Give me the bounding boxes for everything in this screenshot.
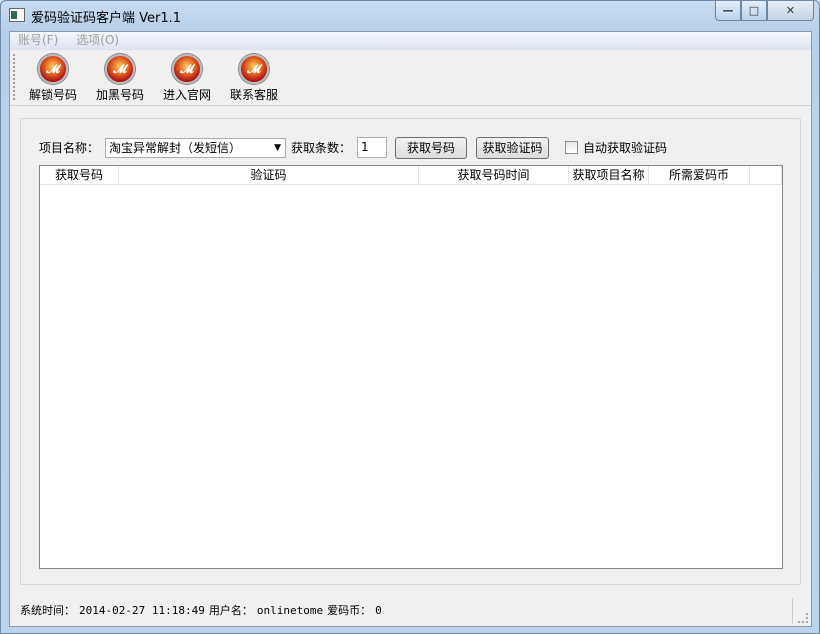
project-select[interactable]: 淘宝异常解封（发短信） ▼ xyxy=(105,138,286,158)
menu-options[interactable]: 选项(O) xyxy=(76,32,119,50)
close-button[interactable]: ✕ xyxy=(767,1,814,21)
column-header[interactable]: 所需爱码币 xyxy=(649,166,750,184)
toolbar: 𝓜 解锁号码 𝓜 加黑号码 𝓜 进入官网 𝓜 联系客服 xyxy=(10,50,811,106)
toolbar-label: 联系客服 xyxy=(229,88,278,102)
contact-support-button[interactable]: 𝓜 联系客服 xyxy=(224,54,284,103)
get-code-button[interactable]: 获取验证码 xyxy=(476,137,549,159)
window-frame: 爱码验证码客户端 Ver1.1 — □ ✕ 账号(F) 选项(O) 𝓜 解锁号码 … xyxy=(0,0,820,634)
fire-logo-icon: 𝓜 xyxy=(38,54,68,84)
menu-account[interactable]: 账号(F) xyxy=(18,32,58,50)
toolbar-label: 加黑号码 xyxy=(95,88,144,102)
table-header: 获取号码 验证码 获取号码时间 获取项目名称 所需爱码币 xyxy=(40,166,782,185)
app-icon xyxy=(9,8,25,22)
user-label: 用户名： xyxy=(208,604,253,617)
column-header[interactable]: 获取项目名称 xyxy=(569,166,649,184)
fire-logo-icon: 𝓜 xyxy=(172,54,202,84)
column-header[interactable]: 验证码 xyxy=(119,166,419,184)
blacklist-number-button[interactable]: 𝓜 加黑号码 xyxy=(90,54,150,103)
results-table[interactable]: 获取号码 验证码 获取号码时间 获取项目名称 所需爱码币 xyxy=(39,165,783,569)
time-value: 2014-02-27 11:18:49 xyxy=(79,604,205,617)
minimize-button[interactable]: — xyxy=(715,1,741,21)
time-label: 系统时间： xyxy=(20,604,75,617)
title-bar: 爱码验证码客户端 Ver1.1 — □ ✕ xyxy=(1,1,820,31)
get-number-button[interactable]: 获取号码 xyxy=(395,137,467,159)
coin-label: 爱码币： xyxy=(327,604,372,617)
fire-logo-icon: 𝓜 xyxy=(105,54,135,84)
project-select-value: 淘宝异常解封（发短信） xyxy=(109,141,242,155)
main-panel: 项目名称： 淘宝异常解封（发短信） ▼ 获取条数： 1 获取号码 获取验证码 自动… xyxy=(20,118,801,585)
project-label: 项目名称： xyxy=(39,141,100,155)
auto-get-code-label: 自动获取验证码 xyxy=(583,141,668,155)
toolbar-label: 进入官网 xyxy=(162,88,211,102)
official-site-button[interactable]: 𝓜 进入官网 xyxy=(157,54,217,103)
unlock-number-button[interactable]: 𝓜 解锁号码 xyxy=(23,54,83,103)
column-header-filler xyxy=(750,166,782,184)
resize-grip[interactable] xyxy=(798,613,808,623)
status-separator xyxy=(792,598,793,624)
maximize-button[interactable]: □ xyxy=(741,1,767,21)
count-label: 获取条数： xyxy=(291,141,352,155)
window-title: 爱码验证码客户端 Ver1.1 xyxy=(31,11,182,26)
column-header[interactable]: 获取号码 xyxy=(40,166,119,184)
toolbar-grip[interactable] xyxy=(13,54,15,100)
status-bar: 系统时间： 2014-02-27 11:18:49 用户名： onlinetome 爱码… xyxy=(20,602,386,618)
auto-get-code-checkbox[interactable] xyxy=(565,141,578,154)
toolbar-label: 解锁号码 xyxy=(28,88,77,102)
client-area: 账号(F) 选项(O) 𝓜 解锁号码 𝓜 加黑号码 𝓜 进入官网 𝓜 联系客服 项目名称… xyxy=(9,31,812,627)
count-input[interactable]: 1 xyxy=(357,137,387,158)
fire-logo-icon: 𝓜 xyxy=(239,54,269,84)
column-header[interactable]: 获取号码时间 xyxy=(419,166,569,184)
user-value: onlinetome xyxy=(256,604,324,617)
menu-bar: 账号(F) 选项(O) xyxy=(10,32,811,50)
chevron-down-icon: ▼ xyxy=(274,143,281,153)
coin-value: 0 xyxy=(375,604,382,617)
